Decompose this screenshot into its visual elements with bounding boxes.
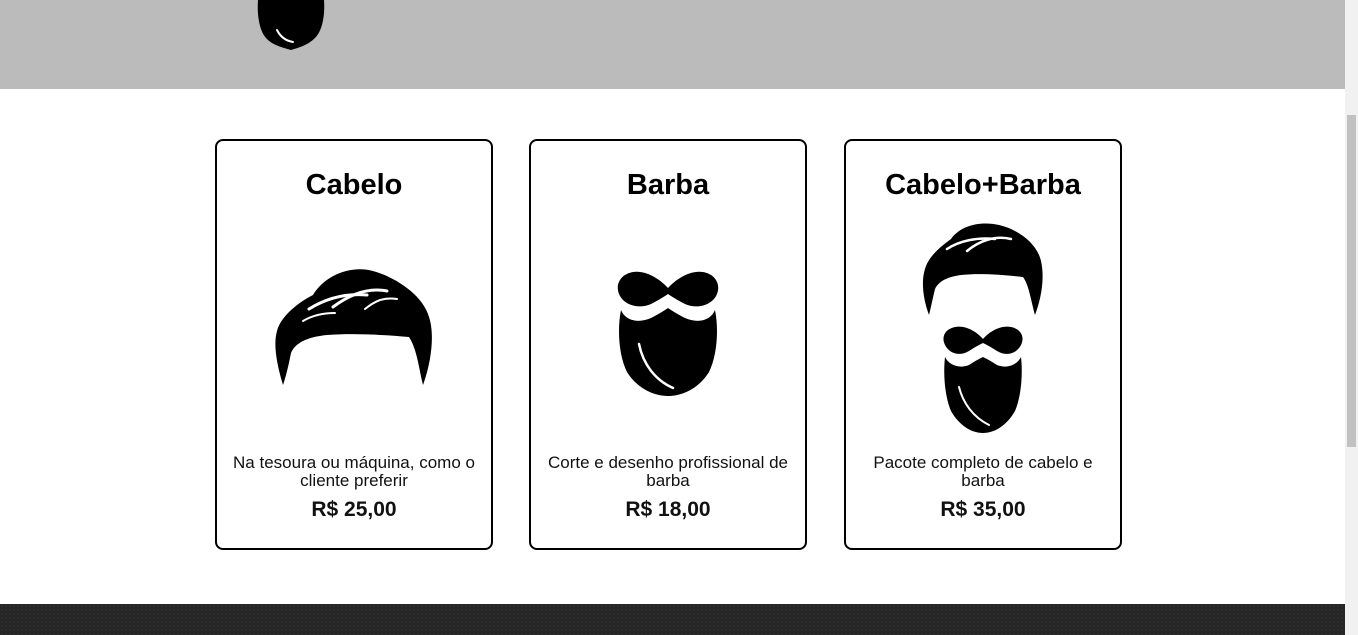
beard-icon	[617, 271, 719, 396]
service-description: Corte e desenho profissional de barba	[547, 453, 789, 490]
service-image	[846, 221, 1120, 435]
service-title: Cabelo	[305, 169, 403, 201]
hair-and-beard-icon	[922, 223, 1043, 433]
service-price: R$ 35,00	[940, 498, 1026, 521]
service-card-cabelo-barba[interactable]: Cabelo+Barba Pacote completo de cabelo e…	[844, 139, 1122, 550]
service-title: Barba	[626, 169, 710, 201]
service-card-barba[interactable]: Barba Corte e desenho profissional de ba…	[529, 139, 807, 550]
vertical-scrollbar[interactable]	[1345, 0, 1358, 635]
page-header	[0, 0, 1345, 89]
service-price: R$ 25,00	[311, 498, 397, 521]
service-description: Na tesoura ou máquina, como o cliente pr…	[233, 453, 475, 490]
page-footer	[0, 604, 1345, 635]
hair-icon	[275, 269, 432, 385]
service-description: Pacote completo de cabelo e barba	[873, 453, 1093, 490]
beard-logo-icon[interactable]	[255, 0, 327, 50]
service-price: R$ 18,00	[625, 498, 711, 521]
scrollbar-thumb[interactable]	[1347, 115, 1356, 447]
service-image	[531, 260, 805, 396]
service-card-cabelo[interactable]: Cabelo Na tesoura ou máquina, como o cli…	[215, 139, 493, 550]
service-image	[217, 265, 491, 391]
service-title: Cabelo+Barba	[885, 169, 1081, 201]
